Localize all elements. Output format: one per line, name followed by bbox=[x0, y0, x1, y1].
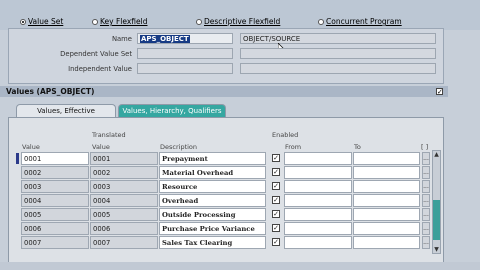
row-dots-button[interactable]: ... bbox=[422, 166, 430, 179]
header-bracket: [ ] bbox=[421, 143, 429, 151]
description-cell[interactable]: Outside Processing bbox=[159, 208, 266, 221]
row-dots-button[interactable]: ... bbox=[422, 180, 430, 193]
description-cell[interactable]: Sales Tax Clearing bbox=[159, 236, 266, 249]
values-section-title: Values (APS_OBJECT) bbox=[6, 87, 95, 96]
value-cell[interactable]: 0003 bbox=[21, 180, 89, 193]
value-cell[interactable]: 0006 bbox=[21, 222, 89, 235]
translated-value-cell[interactable]: 0007 bbox=[90, 236, 158, 249]
value-cell[interactable]: 0001 bbox=[21, 152, 89, 165]
radio-icon bbox=[318, 18, 324, 25]
dependent-value-set-field[interactable] bbox=[137, 48, 233, 59]
translated-value-cell[interactable]: 0005 bbox=[90, 208, 158, 221]
scroll-thumb[interactable] bbox=[433, 200, 440, 240]
value-cell[interactable]: 0007 bbox=[21, 236, 89, 249]
value-cell[interactable]: 0005 bbox=[21, 208, 89, 221]
scroll-up-icon[interactable]: ▲ bbox=[432, 151, 441, 158]
to-date-cell[interactable] bbox=[353, 180, 420, 193]
name-description-field[interactable]: OBJECT/SOURCE bbox=[240, 33, 436, 44]
header-value: Value bbox=[22, 143, 40, 151]
description-cell[interactable]: Prepayment bbox=[159, 152, 266, 165]
enabled-checkbox[interactable]: ✓ bbox=[272, 168, 280, 176]
tab-values-hierarchy-qualifiers[interactable]: Values, Hierarchy, Qualifiers bbox=[118, 104, 226, 117]
translated-value-cell[interactable]: 0006 bbox=[90, 222, 158, 235]
to-date-cell[interactable] bbox=[353, 194, 420, 207]
translated-value-cell[interactable]: 0002 bbox=[90, 166, 158, 179]
header-from: From bbox=[285, 143, 302, 151]
description-cell[interactable]: Overhead bbox=[159, 194, 266, 207]
to-date-cell[interactable] bbox=[353, 208, 420, 221]
row-dots-button[interactable]: ... bbox=[422, 222, 430, 235]
name-label: Name bbox=[111, 35, 132, 43]
from-date-cell[interactable] bbox=[284, 236, 352, 249]
header-enabled: Enabled bbox=[272, 131, 299, 139]
from-date-cell[interactable] bbox=[284, 208, 352, 221]
description-cell[interactable]: Resource bbox=[159, 180, 266, 193]
current-row-marker bbox=[16, 153, 19, 164]
translated-value-cell[interactable]: 0001 bbox=[90, 152, 158, 165]
radio-value-set[interactable]: Value Set bbox=[20, 16, 63, 27]
radio-key-flexfield[interactable]: Key Flexfield bbox=[92, 16, 147, 27]
dependent-value-set-label: Dependent Value Set bbox=[60, 50, 132, 58]
name-field[interactable]: APS_OBJECT bbox=[137, 33, 233, 44]
radio-selected-icon bbox=[20, 18, 26, 25]
bottom-bar bbox=[0, 262, 480, 270]
enabled-checkbox[interactable]: ✓ bbox=[272, 224, 280, 232]
radio-icon bbox=[196, 18, 202, 25]
right-edge bbox=[448, 30, 480, 262]
enabled-checkbox[interactable]: ✓ bbox=[272, 182, 280, 190]
independent-description-field[interactable] bbox=[240, 63, 436, 74]
dependent-description-field[interactable] bbox=[240, 48, 436, 59]
from-date-cell[interactable] bbox=[284, 166, 352, 179]
independent-value-field[interactable] bbox=[137, 63, 233, 74]
tab-values-effective[interactable]: Values, Effective bbox=[16, 104, 116, 117]
header-to: To bbox=[354, 143, 361, 151]
to-date-cell[interactable] bbox=[353, 222, 420, 235]
value-cell[interactable]: 0002 bbox=[21, 166, 89, 179]
radio-concurrent-program[interactable]: Concurrent Program bbox=[318, 16, 402, 27]
value-cell[interactable]: 0004 bbox=[21, 194, 89, 207]
row-dots-button[interactable]: ... bbox=[422, 236, 430, 249]
enabled-checkbox[interactable]: ✓ bbox=[272, 238, 280, 246]
row-dots-button[interactable]: ... bbox=[422, 194, 430, 207]
to-date-cell[interactable] bbox=[353, 236, 420, 249]
header-translated-value: Value bbox=[92, 143, 110, 151]
header-description: Description bbox=[160, 143, 198, 151]
row-dots-button[interactable]: ... bbox=[422, 152, 430, 165]
to-date-cell[interactable] bbox=[353, 152, 420, 165]
from-date-cell[interactable] bbox=[284, 152, 352, 165]
from-date-cell[interactable] bbox=[284, 180, 352, 193]
from-date-cell[interactable] bbox=[284, 222, 352, 235]
to-date-cell[interactable] bbox=[353, 166, 420, 179]
radio-descriptive-flexfield[interactable]: Descriptive Flexfield bbox=[196, 16, 280, 27]
radio-icon bbox=[92, 18, 98, 25]
row-dots-button[interactable]: ... bbox=[422, 208, 430, 221]
scroll-down-icon[interactable]: ▼ bbox=[432, 246, 441, 253]
from-date-cell[interactable] bbox=[284, 194, 352, 207]
enabled-checkbox[interactable]: ✓ bbox=[272, 210, 280, 218]
independent-value-label: Independent Value bbox=[68, 65, 132, 73]
values-section-checkbox[interactable]: ✓ bbox=[436, 88, 443, 96]
description-cell[interactable]: Material Overhead bbox=[159, 166, 266, 179]
description-cell[interactable]: Purchase Price Variance bbox=[159, 222, 266, 235]
enabled-checkbox[interactable]: ✓ bbox=[272, 196, 280, 204]
translated-value-cell[interactable]: 0003 bbox=[90, 180, 158, 193]
header-translated: Translated bbox=[92, 131, 126, 139]
enabled-checkbox[interactable]: ✓ bbox=[272, 154, 280, 162]
translated-value-cell[interactable]: 0004 bbox=[90, 194, 158, 207]
